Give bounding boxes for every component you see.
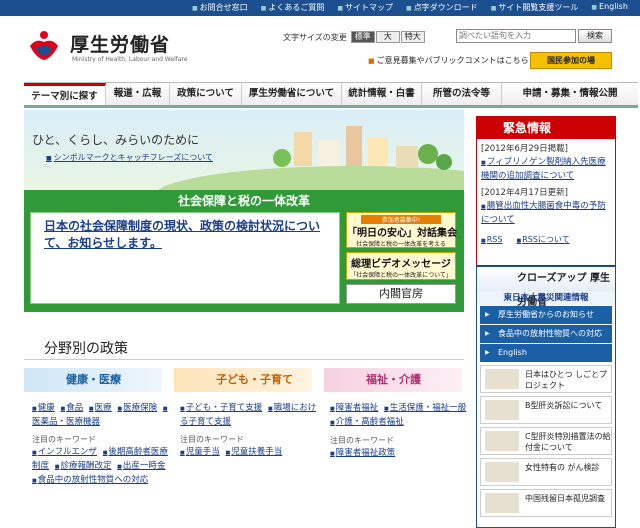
closeup-item-hepatitis-b[interactable]: B型肝炎訴訟について [480,396,612,424]
link-childcare-support[interactable]: 子ども・子育て支援 [180,403,262,413]
pm-video-subtitle: 「社会保障と税の一体改革について」 [350,272,452,279]
link-disability-welfare[interactable]: 障害者福祉 [330,403,378,413]
kw-influenza[interactable]: インフルエンザ [32,447,97,457]
kokumin-sanka-button[interactable]: 国民参加の場 [530,52,612,69]
kw-birth-grant[interactable]: 出産一時金 [117,461,165,471]
util-link-faq[interactable]: よくあるご質問 [261,2,324,14]
closeup-title: クローズアップ 厚生労働省 [477,267,615,308]
closeup-item-orphans[interactable]: 中国残留日本孤児調査 [480,489,612,517]
closeup-panel: クローズアップ 厚生労働省 東日本大震災関連情報 厚生労働省からのお知らせ 食品… [476,266,616,528]
welfare-column: 障害者福祉 生活保護・福祉一般 介護・高齢者福祉 注目のキーワード 障害者福祉政… [330,402,470,461]
link-medical-insurance[interactable]: 医療保険 [117,403,157,413]
util-link-braille[interactable]: 点字ダウンロード [406,2,478,14]
emergency-link-ecoli[interactable]: 腸管出血性大腸菌食中毒の予防について [481,201,606,225]
dialogue-tag: 参加者募集中! [361,215,441,224]
reform-banner: 社会保障と税の一体改革 日本の社会保障制度の現状、政策の検討状況について、お知ら… [24,190,464,312]
search-input[interactable]: 調べたい語句を入力 [456,29,576,43]
nav-about[interactable]: 厚生労働省について [242,83,342,105]
pm-video-title: 総理ビデオメッセージ [351,259,451,270]
policy-title: 分野別の政策 [44,341,128,357]
earthquake-title[interactable]: 東日本大震災関連情報 [477,291,615,305]
emergency-date-1: [2012年6月29日掲載] [481,144,568,154]
cabinet-secretariat-link[interactable]: 内閣官房 [346,284,456,304]
link-medical[interactable]: 医療 [89,403,112,413]
category-health[interactable]: 健康・医療 [24,368,162,392]
reform-title: 社会保障と税の一体改革 [177,194,310,208]
global-nav: テーマ別に探す 報道・広報 政策について 厚生労働省について 統計情報・白書 所… [24,82,638,108]
keyword-label: 注目のキーワード [180,435,244,444]
font-size-label: 文字サイズの変更 [283,32,347,42]
dialogue-meeting-box[interactable]: 参加者募集中! 「明日の安心」対話集会 社会保障と税の一体改革を考える [346,212,457,248]
rss-link[interactable]: RSS [481,233,503,248]
link-elderly-care[interactable]: 介護・高齢者福祉 [330,417,404,427]
logo-japanese: 厚生労働省 [70,34,171,56]
font-size-switcher: 文字サイズの変更 標準 大 特大 [283,31,426,43]
site-logo[interactable]: 厚生労働省 Ministry of Health, Labour and Wel… [26,28,188,68]
public-comment-link[interactable]: ご意見募集やパブリックコメントはこちら [368,55,529,66]
link-health[interactable]: 健康 [32,403,55,413]
kw-radioactive-food[interactable]: 食品中の放射性物質への対応 [32,475,148,485]
util-link-english[interactable]: English [591,2,628,14]
emergency-date-2: [2012年4月17日更新] [481,188,568,198]
hero-banner: ひと、くらし、みらいのために シンボルマークとキャッチフレーズについて [24,110,464,190]
nav-statistics[interactable]: 統計情報・白書 [342,83,422,105]
reform-main-link[interactable]: 日本の社会保障制度の現状、政策の検討状況について、お知らせします。 [44,218,334,252]
emergency-link-fibrinogen[interactable]: フィブリノゲン製剤納入先医療機関の追加調査について [481,157,606,181]
policy-header: 分野別の政策 [24,326,464,360]
link-food[interactable]: 食品 [60,403,83,413]
util-link-contact[interactable]: お問合せ窓口 [192,2,248,14]
rss-about-link[interactable]: RSSについて [516,233,569,248]
keyword-label: 注目のキーワード [32,435,96,444]
kw-disability-policy[interactable]: 障害者福祉政策 [330,448,395,458]
nav-application[interactable]: 申請・募集・情報公開 [502,83,638,105]
radioactive-food-button[interactable]: 食品中の放射性物質への対応 [480,325,612,343]
font-size-standard-button[interactable]: 標準 [350,31,375,43]
kw-child-rearing-allowance[interactable]: 児童扶養手当 [225,447,282,457]
logo-english: Ministry of Health, Labour and Welfare [72,56,188,63]
town-illustration [158,126,464,190]
nav-laws[interactable]: 所管の法令等 [422,83,502,105]
mhlw-logo-icon [30,31,58,60]
link-livelihood[interactable]: 生活保護・福祉一般 [384,403,466,413]
policy-section: 分野別の政策 健康・医療 子ども・子育て 福祉・介護 健康 食品 医療 医療保険… [24,326,466,528]
symbol-mark-link[interactable]: シンボルマークとキャッチフレーズについて [46,152,213,163]
font-size-large-button[interactable]: 大 [375,31,400,43]
closeup-item-hepatitis-c[interactable]: C型肝炎特別措置法の給付金について [480,427,612,455]
emergency-title: 緊急情報 [477,117,615,139]
nav-press[interactable]: 報道・広報 [106,83,170,105]
util-link-sitemap[interactable]: サイトマップ [337,2,393,14]
mhlw-notice-button[interactable]: 厚生労働省からのお知らせ [480,306,612,324]
keyword-label: 注目のキーワード [330,436,394,445]
utility-bar: お問合せ窓口 よくあるご質問 サイトマップ 点字ダウンロード サイト閲覧支援ツー… [0,0,640,16]
kw-fee-revision[interactable]: 診療報酬改定 [55,461,112,471]
search-button[interactable]: 検索 [578,29,612,43]
category-welfare[interactable]: 福祉・介護 [324,368,462,392]
pm-video-box[interactable]: 総理ビデオメッセージ 「社会保障と税の一体改革について」 [346,252,456,280]
font-size-xlarge-button[interactable]: 特大 [400,31,425,43]
closeup-item-cancer-screening[interactable]: 女性特有の がん検診 [480,458,612,486]
dialogue-subtitle: 社会保障と税の一体改革を考える [356,241,446,248]
hero-tagline: ひと、くらし、みらいのために [32,133,200,147]
emergency-panel: 緊急情報 [2012年6月29日掲載] フィブリノゲン製剤納入先医療機関の追加調… [476,116,616,266]
children-column: 子ども・子育て支援 職場における子育て支援 注目のキーワード 児童手当 児童扶養… [180,402,320,460]
category-children[interactable]: 子ども・子育て [174,368,312,392]
english-button[interactable]: English [480,344,612,362]
util-link-accessibility[interactable]: サイト閲覧支援ツール [491,2,578,14]
closeup-item-jobs[interactable]: 日本はひとつ しごとプロジェクト [480,365,612,393]
nav-policy[interactable]: 政策について [170,83,242,105]
nav-theme[interactable]: テーマ別に探す [24,83,106,105]
dialogue-title: 「明日の安心」対話集会 [347,228,457,239]
kw-child-allowance[interactable]: 児童手当 [180,447,220,457]
health-column: 健康 食品 医療 医療保険 医薬品・医療機器 注目のキーワード インフルエンザ … [32,402,172,488]
